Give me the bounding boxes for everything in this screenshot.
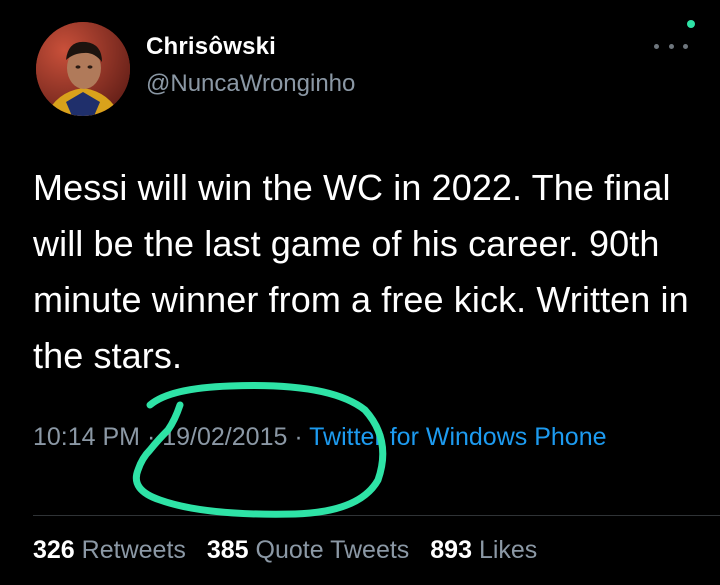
more-dot — [683, 43, 688, 49]
avatar-image — [36, 22, 130, 116]
meta-separator: · — [294, 423, 303, 451]
divider — [33, 515, 720, 516]
retweets-stat[interactable]: 326 Retweets — [33, 536, 186, 564]
tweet-date[interactable]: 19/02/2015 — [162, 423, 287, 451]
author-handle[interactable]: @NuncaWronginho — [146, 70, 355, 98]
tweet-meta: 10:14 PM · 19/02/2015 · Twitter for Wind… — [33, 417, 673, 457]
quote-tweets-count: 385 — [206, 536, 249, 564]
status-dot-icon — [687, 20, 695, 28]
likes-label: Likes — [478, 536, 538, 564]
retweets-label: Retweets — [81, 536, 186, 564]
more-dot — [654, 43, 659, 49]
retweets-count: 326 — [33, 536, 75, 564]
more-dot — [668, 43, 674, 49]
tweet-stats: 326 Retweets 385 Quote Tweets 893 Likes — [33, 536, 551, 565]
tweet-text: Messi will win the WC in 2022. The final… — [33, 167, 689, 376]
avatar[interactable] — [36, 22, 130, 116]
tweet-time[interactable]: 10:14 PM — [33, 423, 140, 451]
likes-count: 893 — [430, 536, 472, 564]
tweet-source-link[interactable]: Twitter for Windows Phone — [309, 423, 606, 451]
meta-separator: · — [146, 423, 156, 451]
likes-stat[interactable]: 893 Likes — [430, 536, 537, 564]
more-horizontal-icon[interactable] — [654, 38, 688, 54]
quote-tweets-label: Quote Tweets — [255, 536, 410, 564]
author-display-name[interactable]: Chrisôwski — [146, 33, 276, 61]
quote-tweets-stat[interactable]: 385 Quote Tweets — [207, 536, 409, 564]
